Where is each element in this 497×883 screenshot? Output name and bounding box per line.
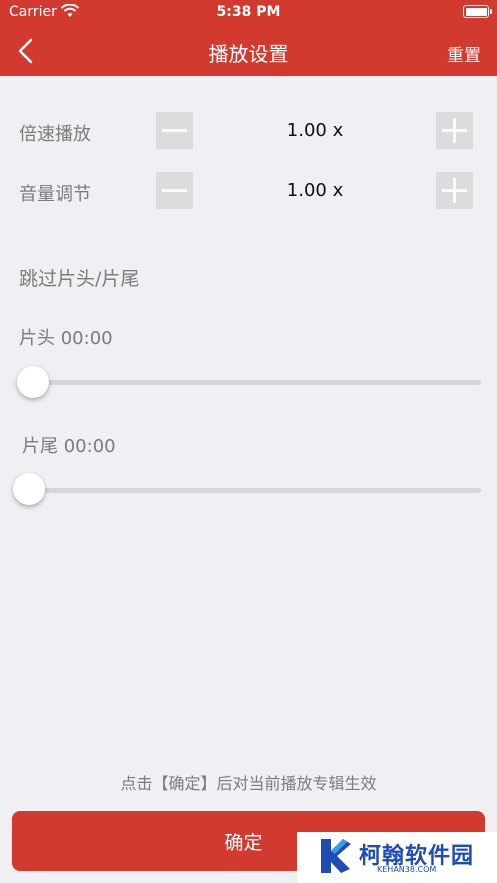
volume-increase-button[interactable]: [436, 172, 473, 209]
apply-hint: 点击【确定】后对当前播放专辑生效: [120, 774, 377, 793]
confirm-label: 确定: [224, 831, 263, 854]
volume-label: 音量调节: [19, 184, 91, 205]
navigation-bar: Carrier 5:38 PM 播放设置 重置: [0, 0, 497, 76]
battery-icon: [463, 5, 492, 18]
outro-slider-thumb[interactable]: [13, 473, 45, 505]
outro-slider-track[interactable]: [19, 488, 481, 493]
intro-label: 片头 00:00: [19, 328, 113, 349]
watermark-site: KEHAN38.COM: [377, 865, 437, 874]
outro-label: 片尾 00:00: [22, 436, 116, 457]
reset-button[interactable]: 重置: [447, 41, 481, 66]
intro-slider-thumb[interactable]: [17, 366, 49, 398]
kehan-logo-icon: [321, 839, 351, 873]
minus-icon: [162, 129, 187, 132]
page-title: 播放设置: [208, 42, 289, 66]
volume-value: 1.00 x: [286, 180, 344, 201]
speed-increase-button[interactable]: [436, 112, 473, 149]
speed-decrease-button[interactable]: [156, 112, 193, 149]
speed-value: 1.00 x: [286, 120, 344, 141]
minus-icon: [162, 189, 187, 192]
clock: 5:38 PM: [216, 4, 281, 20]
skip-section-title: 跳过片头/片尾: [19, 268, 140, 290]
watermark: 柯翰软件园 KEHAN38.COM: [297, 832, 497, 883]
volume-decrease-button[interactable]: [156, 172, 193, 209]
status-bar: Carrier 5:38 PM: [0, 0, 497, 24]
intro-slider-track[interactable]: [19, 380, 481, 385]
speed-label: 倍速播放: [19, 124, 91, 145]
